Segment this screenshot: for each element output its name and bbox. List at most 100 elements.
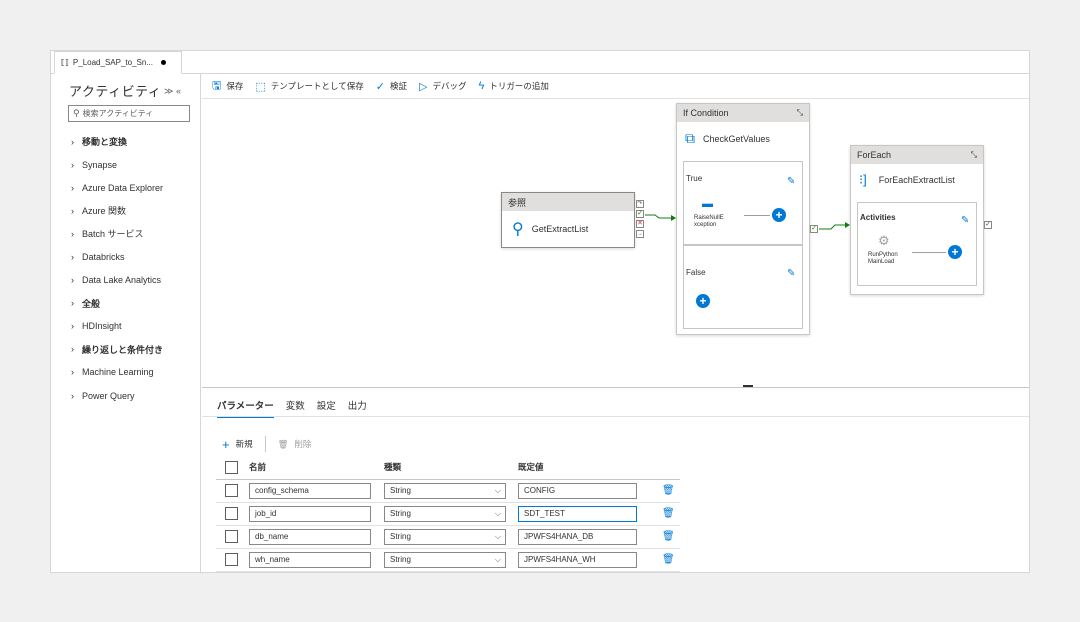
row-checkbox[interactable]	[225, 507, 238, 520]
foreach-success-port-icon[interactable]: ✓	[984, 221, 992, 229]
category-item[interactable]: › Data Lake Analytics	[71, 269, 163, 292]
category-label: Azure Data Explorer	[82, 182, 164, 193]
resize-grip[interactable]	[743, 385, 753, 387]
add-false-activity-plus-icon[interactable]: +	[696, 294, 710, 308]
chevron-right-icon: ›	[71, 367, 74, 378]
true-branch-label: True	[686, 174, 703, 183]
success-port-icon[interactable]: ✓	[636, 210, 644, 218]
lookup-search-icon: ⚲	[512, 221, 524, 238]
delete-row-trash-icon[interactable]: 🗑	[656, 508, 675, 519]
pipeline-icon: ⟦⟧	[61, 58, 69, 67]
parameter-type-select[interactable]: String ⌵	[384, 482, 506, 499]
edit-false-branch-pencil-icon[interactable]: ✎	[787, 268, 795, 279]
expand-icon[interactable]: ⤡	[971, 150, 977, 160]
tab-output[interactable]: 出力	[348, 398, 367, 418]
save-as-template-label: テンプレートとして保存	[270, 81, 364, 91]
chevron-right-icon: ›	[71, 228, 74, 239]
parameter-default-field[interactable]: CONFIG	[518, 482, 637, 499]
category-item[interactable]: › Azure Data Explorer	[71, 176, 163, 199]
validate-label: 検証	[390, 81, 408, 91]
true-branch-box[interactable]: True ✎ ▬ RaiseNullE xception +	[683, 161, 803, 245]
delete-row-trash-icon[interactable]: 🗑	[656, 531, 675, 542]
pipeline-tab[interactable]: ⟦⟧ P_Load_SAP_to_Sn...	[54, 51, 182, 74]
category-item[interactable]: › 移動と変換	[71, 130, 163, 153]
parameters-table: 名前 種類 既定値 config_schema String ⌵ CONFIG 🗑…	[216, 456, 680, 572]
delete-row-trash-icon[interactable]: 🗑	[656, 554, 675, 565]
connector-if-to-foreach	[819, 222, 850, 230]
delete-row-trash-icon[interactable]: 🗑	[656, 485, 675, 496]
if-condition-node[interactable]: If Condition ⤡ ⧉ CheckGetValues True ✎ ▬ …	[676, 103, 810, 335]
search-icon: ⚲	[73, 108, 80, 118]
validate-button[interactable]: ✓ 検証	[376, 80, 407, 93]
if-success-port-icon[interactable]: ✓	[810, 225, 818, 233]
select-all-checkbox[interactable]	[225, 460, 238, 474]
foreach-activities-box[interactable]: Activities ✎ ⚙ RunPython MainLoad +	[857, 202, 977, 286]
parameter-name-field[interactable]: config_schema	[249, 482, 371, 499]
inner-activity-name: RunPython MainLoad	[868, 252, 898, 265]
if-condition-header: If Condition ⤡	[677, 104, 809, 122]
skipped-port-icon[interactable]: ↷	[636, 200, 644, 208]
category-item[interactable]: › Machine Learning	[71, 361, 163, 384]
add-foreach-activity-plus-icon[interactable]: +	[948, 245, 962, 259]
parameter-name-field[interactable]: job_id	[249, 505, 371, 522]
category-item[interactable]: › Azure 関数	[71, 199, 163, 222]
template-icon: ⬚	[255, 80, 266, 93]
row-checkbox[interactable]	[225, 484, 238, 497]
foreach-node[interactable]: ForEach ⤡ ⁝] ForEachExtractList Activitie…	[850, 145, 984, 295]
chevron-right-icon: ›	[71, 159, 74, 170]
trash-icon: 🗑	[277, 438, 289, 449]
table-row: job_id String ⌵ SDT_TEST 🗑	[216, 502, 680, 526]
expand-icon[interactable]: ⤡	[797, 108, 803, 118]
row-checkbox[interactable]	[225, 530, 238, 543]
save-label: 保存	[226, 81, 244, 91]
new-parameter-button[interactable]: 新規	[236, 438, 253, 450]
parameter-default-field[interactable]: JPWFS4HANA_WH	[518, 551, 637, 568]
edit-true-branch-pencil-icon[interactable]: ✎	[787, 176, 795, 187]
parameter-default-field[interactable]: JPWFS4HANA_DB	[518, 528, 637, 545]
delete-parameter-button[interactable]: 削除	[294, 438, 311, 450]
gear-icon: ⚙	[878, 233, 890, 248]
parameter-default-field[interactable]: SDT_TEST	[518, 505, 637, 522]
chevron-right-icon: ›	[71, 252, 74, 263]
pipeline-canvas[interactable]: 参照 ⚲ GetExtractList ↷ ✓ ✕ → If Condition…	[202, 99, 1029, 387]
trigger-icon: ϟ	[478, 80, 485, 92]
table-row: config_schema String ⌵ CONFIG 🗑	[216, 479, 680, 503]
category-item[interactable]: › 全般	[71, 292, 163, 315]
parameter-type-select[interactable]: String ⌵	[384, 551, 506, 568]
category-item[interactable]: › Power Query	[71, 384, 163, 407]
parameter-name-field[interactable]: db_name	[249, 528, 371, 545]
category-item[interactable]: › Databricks	[71, 245, 163, 268]
completion-port-icon[interactable]: →	[636, 230, 644, 238]
category-item[interactable]: › Batch サービス	[71, 222, 163, 245]
parameter-type-select[interactable]: String ⌵	[384, 505, 506, 522]
parameter-type-select[interactable]: String ⌵	[384, 528, 506, 545]
fail-activity-icon: ▬	[702, 198, 713, 210]
failure-port-icon[interactable]: ✕	[636, 220, 644, 228]
edit-activities-pencil-icon[interactable]: ✎	[961, 215, 969, 226]
collapse-sidebar-icon[interactable]: «	[176, 86, 181, 96]
save-as-template-button[interactable]: ⬚ テンプレートとして保存	[255, 80, 363, 93]
lookup-activity-name: GetExtractList	[531, 224, 589, 234]
tab-variables[interactable]: 変数	[286, 398, 305, 418]
category-item[interactable]: › Synapse	[71, 153, 163, 176]
add-trigger-button[interactable]: ϟ トリガーの追加	[479, 80, 549, 92]
row-checkbox[interactable]	[225, 553, 238, 566]
lookup-activity-node[interactable]: 参照 ⚲ GetExtractList	[501, 192, 635, 248]
tab-parameters[interactable]: パラメーター	[217, 398, 274, 418]
debug-button[interactable]: ▷ デバッグ	[419, 80, 466, 93]
category-item[interactable]: › HDInsight	[71, 315, 163, 338]
activities-arrow	[912, 252, 946, 253]
activity-search-input[interactable]: ⚲ 検索アクティビティ	[68, 105, 190, 122]
tab-settings[interactable]: 設定	[317, 398, 336, 418]
column-default: 既定値	[518, 456, 656, 480]
true-branch-arrow	[744, 215, 770, 216]
add-true-activity-plus-icon[interactable]: +	[772, 208, 786, 222]
save-button[interactable]: 🖫 保存	[212, 77, 243, 96]
parameter-name-field[interactable]: wh_name	[249, 551, 371, 568]
category-label: Batch サービス	[82, 229, 144, 240]
add-trigger-label: トリガーの追加	[489, 81, 549, 91]
collapse-all-icon[interactable]: ≫	[164, 86, 173, 96]
false-branch-box[interactable]: False ✎ +	[683, 245, 803, 329]
category-item[interactable]: › 繰り返しと条件付き	[71, 338, 163, 361]
properties-panel: パラメーター 変数 設定 出力 + 新規 🗑 削除 名前 種類 既定値 conf…	[202, 388, 1029, 572]
